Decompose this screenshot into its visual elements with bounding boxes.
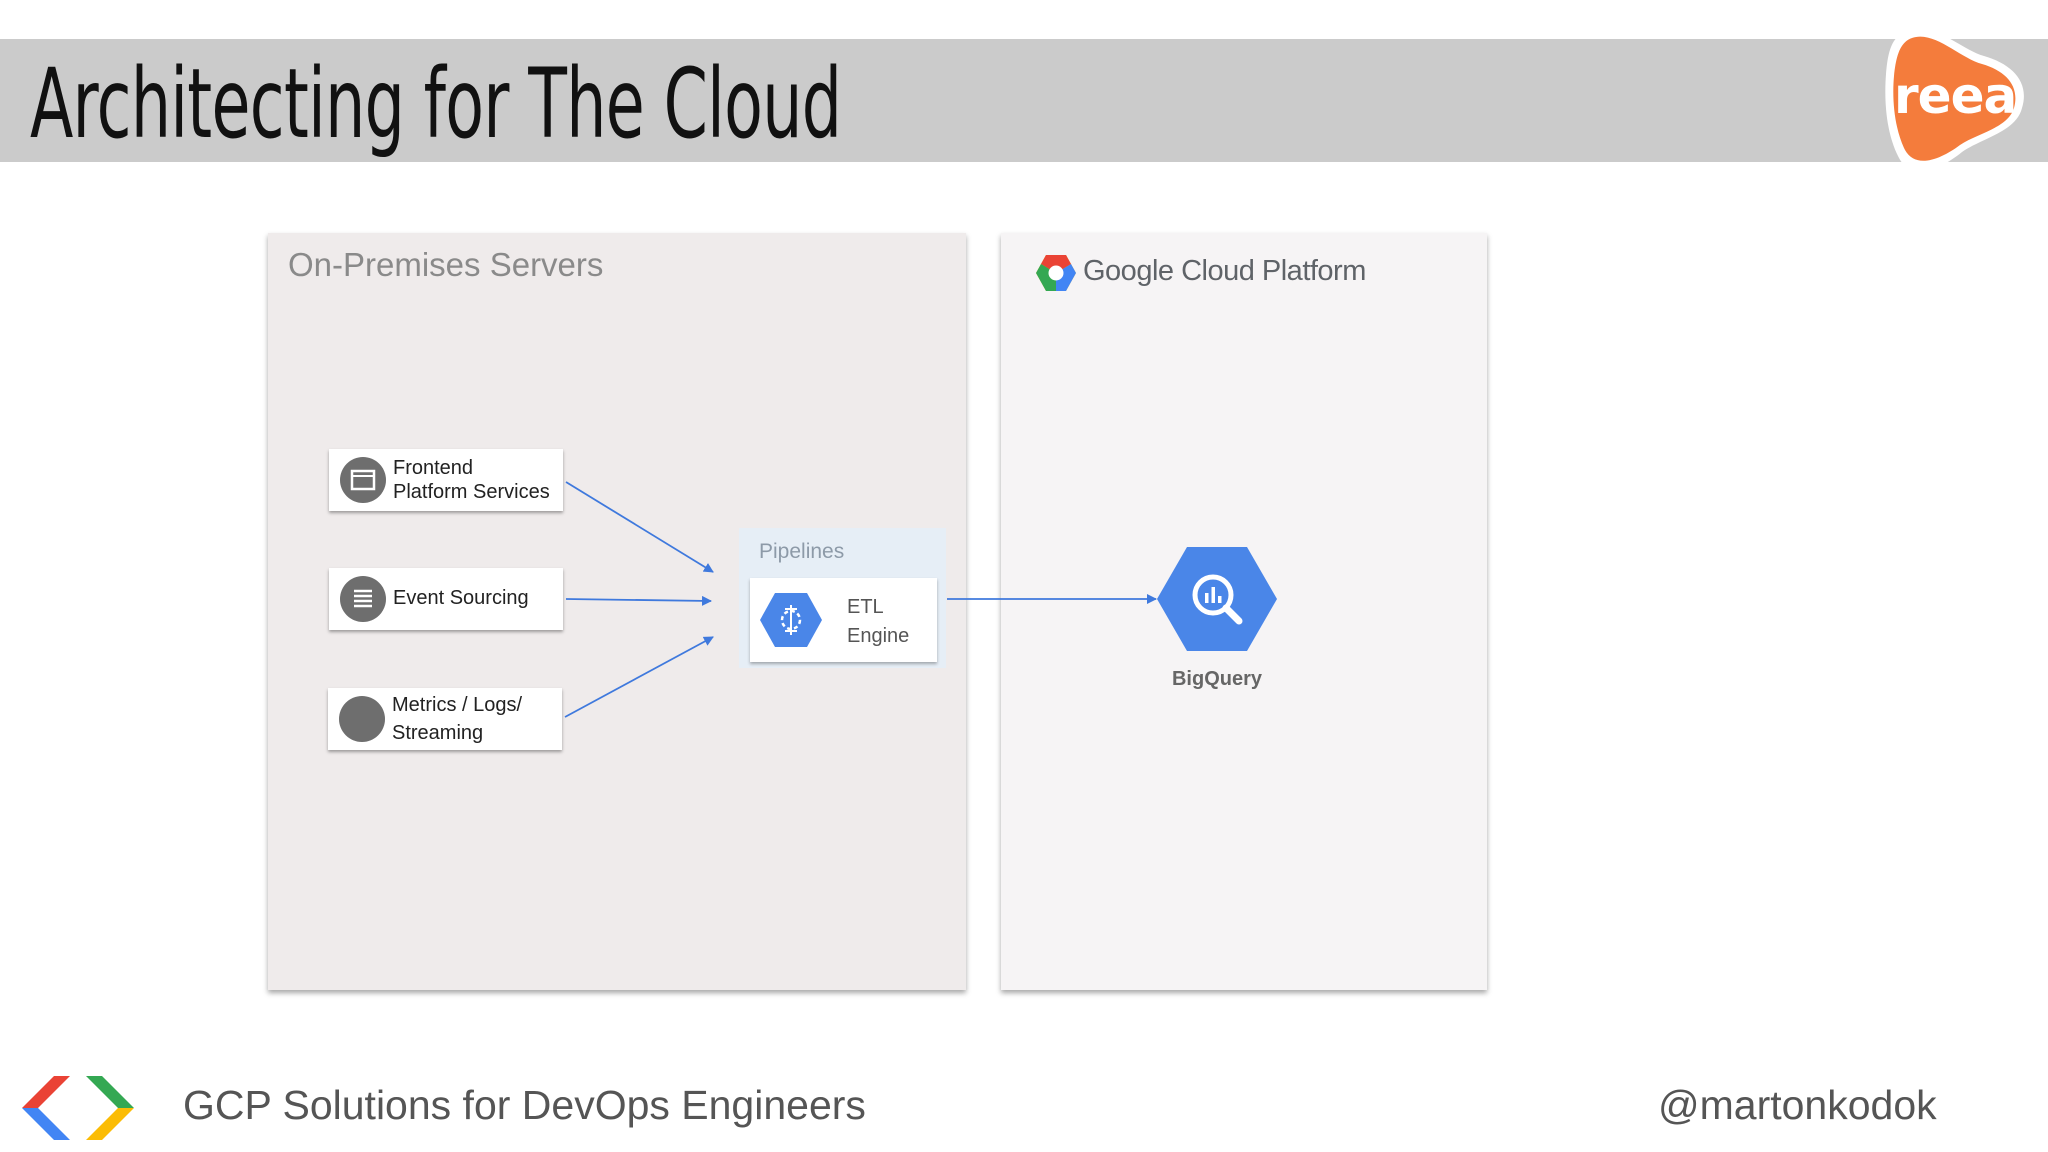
- footer-course-title: GCP Solutions for DevOps Engineers: [183, 1082, 866, 1128]
- on-premises-title: On-Premises Servers: [288, 246, 604, 283]
- list-icon: [354, 589, 372, 608]
- frontend-label-line1: Frontend: [393, 457, 474, 479]
- pipelines-label: Pipelines: [759, 540, 845, 563]
- frontend-label-line2: Platform Services: [393, 481, 550, 503]
- metrics-node: Metrics / Logs/ Streaming: [328, 688, 562, 750]
- browser-window-icon: [350, 469, 376, 491]
- frontend-label: Frontend Platform Services: [393, 456, 550, 504]
- google-developers-logo-icon: [22, 1076, 134, 1140]
- google-cloud-hexagon-icon: [1036, 255, 1076, 291]
- circle-icon: [339, 696, 385, 742]
- frontend-icon: [340, 457, 386, 503]
- bigquery-icon: [1157, 547, 1277, 651]
- google-cloud-platform-logo: Google Cloud Platform: [1083, 255, 1366, 288]
- event-sourcing-node: Event Sourcing: [329, 568, 563, 630]
- metrics-label-line2: Streaming: [392, 722, 484, 744]
- event-sourcing-icon: [340, 576, 386, 622]
- logo-text: reea: [1894, 67, 2017, 125]
- etl-engine-label: ETL Engine: [847, 593, 909, 651]
- metrics-label: Metrics / Logs/ Streaming: [392, 691, 522, 747]
- frontend-node: Frontend Platform Services: [329, 449, 563, 511]
- dataflow-hexagon-icon: [760, 593, 822, 647]
- bigquery-label: BigQuery: [1171, 668, 1263, 690]
- logo-word-cloud-platform: Cloud Platform: [1173, 255, 1366, 287]
- page-title: Architecting for The Cloud: [30, 48, 842, 160]
- footer-twitter-handle: @martonkodok: [1658, 1082, 1937, 1128]
- metrics-icon: [339, 696, 385, 742]
- etl-label-line1: ETL: [847, 596, 884, 618]
- metrics-label-line1: Metrics / Logs/: [392, 694, 523, 716]
- event-sourcing-label: Event Sourcing: [393, 587, 529, 609]
- etl-label-line2: Engine: [847, 625, 910, 647]
- logo-word-google: Google: [1083, 255, 1174, 287]
